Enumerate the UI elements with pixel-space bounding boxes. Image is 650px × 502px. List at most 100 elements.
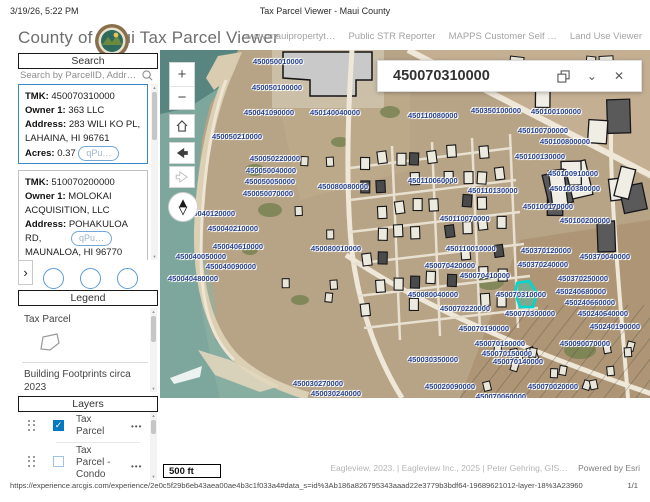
chevron-right-icon: › (23, 265, 27, 280)
drag-handle-icon[interactable] (28, 456, 36, 468)
parcel-label: 450100130000 (515, 152, 565, 161)
scale-bar: 500 ft (163, 464, 221, 478)
parcel-label: 450070020000 (528, 382, 578, 391)
layers-panel-header: Layers (18, 396, 158, 412)
owner-label: Owner 1: (25, 105, 66, 116)
print-url: https://experience.arcgis.com/experience… (10, 481, 570, 490)
parcel-label: 450100100000 (531, 107, 581, 116)
nav-link-land-use[interactable]: Land Use Viewer (570, 31, 642, 42)
parcel-label: 450240660000 (565, 298, 615, 307)
nav-link-mapps[interactable]: MAPPS Customer Self … (449, 31, 557, 42)
address-label: Address: (25, 219, 66, 230)
scroll-up-icon[interactable]: ▲ (150, 413, 157, 418)
result-card[interactable]: TMK: 510070200000 Owner 1: MOLOKAI ACQUI… (18, 170, 148, 260)
layer-options-button[interactable]: ••• (131, 462, 142, 471)
parcel-label: 450370040000 (580, 252, 630, 261)
parcel-polygon-icon (38, 332, 62, 352)
search-input[interactable]: Search by ParcelID, Addr… (18, 70, 158, 83)
layers-panel-title: Layers (72, 398, 104, 410)
nav-link-mauiproperty[interactable]: www.mauipropertyt… (245, 31, 335, 42)
tmk-value: 510070200000 (51, 177, 114, 188)
parcel-label: 450030270000 (293, 379, 343, 388)
parcel-label: 450050040000 (246, 166, 296, 175)
parcel-label: 450050070000 (243, 189, 293, 198)
parcel-label: 450070300000 (505, 309, 555, 318)
parcel-label: 450240190000 (590, 322, 640, 331)
pager-circle-1[interactable] (43, 268, 64, 289)
parcel-label: 450110070000 (440, 214, 490, 223)
pager-circle-2[interactable] (80, 268, 101, 289)
parcel-label: 450070310000 (496, 290, 546, 299)
legend-scrollbar[interactable]: ▲ ▼ (150, 308, 157, 392)
parcel-label: 450030240000 (311, 389, 361, 398)
pager-circle-3[interactable] (117, 268, 138, 289)
map-attribution: Eagleview, 2023. | Eagleview Inc., 2025 … (330, 463, 640, 473)
parcel-label: 450110060000 (408, 176, 458, 185)
attribution-text: Eagleview, 2023. | Eagleview Inc., 2025 … (330, 463, 567, 473)
parcel-label: 450041090000 (244, 108, 294, 117)
page-title: County of Maui Tax Parcel Viewer (18, 28, 279, 48)
nav-link-str-reporter[interactable]: Public STR Reporter (348, 31, 435, 42)
parcel-popup[interactable]: 450070310000 ⌄ ✕ (377, 60, 642, 92)
compass-button[interactable] (168, 192, 198, 222)
acres-value: 0.37 (57, 148, 76, 159)
check-icon: ✓ (55, 420, 63, 430)
parcel-label: 450070140000 (493, 357, 543, 366)
layer-checkbox-tax-parcel[interactable]: ✓ (53, 420, 64, 431)
minus-icon: − (178, 89, 187, 106)
map-canvas[interactable]: 4500500100004500501000004500410900004501… (160, 50, 650, 398)
print-page-number: 1/1 (627, 481, 638, 490)
parcel-label: 450050100000 (252, 83, 302, 92)
address-value: 283 WILI KO PL, (69, 119, 140, 130)
owner-value: 363 LLC (68, 105, 104, 116)
drag-handle-icon[interactable] (28, 420, 36, 432)
results-next-button[interactable]: › (18, 260, 33, 285)
chevron-down-icon: ⌄ (587, 69, 597, 83)
home-button[interactable] (169, 114, 195, 138)
legend-item-tax-parcel: Tax Parcel (24, 314, 71, 325)
plus-icon: + (178, 66, 187, 83)
scroll-up-icon[interactable]: ▲ (150, 309, 157, 314)
parcel-label: 450050220000 (250, 154, 300, 163)
parcel-label: 450040090000 (206, 262, 256, 271)
layer-checkbox-tax-parcel-condo[interactable] (53, 456, 64, 467)
scroll-down-icon[interactable]: ▼ (150, 386, 157, 391)
zoom-in-button[interactable]: + (170, 63, 194, 86)
zoom-control: + − (169, 62, 195, 110)
layer-options-button[interactable]: ••• (131, 422, 142, 431)
previous-extent-button[interactable] (169, 142, 195, 164)
scroll-down-icon[interactable]: ▼ (150, 474, 157, 479)
parcel-label: 450080040000 (408, 290, 458, 299)
parcel-label: 450080010000 (311, 244, 361, 253)
search-icon (142, 70, 153, 81)
tmk-value: 450070310000 (51, 91, 114, 102)
scroll-up-icon[interactable]: ▲ (151, 85, 158, 90)
address-value-2: MAUNALOA, HI 96770 (25, 247, 122, 258)
results-scrollbar[interactable]: ▲ ▼ (151, 84, 158, 260)
next-extent-button[interactable] (169, 166, 195, 188)
dock-button[interactable] (557, 70, 570, 83)
dock-icon (557, 70, 570, 83)
parcel-label: 450370250000 (558, 274, 608, 283)
scroll-down-icon[interactable]: ▼ (151, 254, 158, 259)
qpublic-link-button[interactable]: qPu… (78, 146, 119, 161)
parcel-label: 450100200000 (560, 216, 610, 225)
layers-scrollbar[interactable]: ▲ ▼ (150, 412, 157, 480)
tmk-label: TMK: (25, 177, 49, 188)
close-popup-button[interactable]: ✕ (614, 69, 624, 83)
qpublic-link-button[interactable]: qPu… (71, 231, 112, 246)
parcel-label: 450050050000 (245, 177, 295, 186)
parcel-label: 450110130000 (468, 186, 518, 195)
layer-row-divider (56, 442, 140, 443)
legend-panel: Tax Parcel Building Footprints circa 202… (18, 306, 158, 394)
result-card-selected[interactable]: TMK: 450070310000 Owner 1: 363 LLC Addre… (18, 84, 148, 164)
parcel-label: 450370240000 (518, 260, 568, 269)
legend-item-building-footprints: Building Footprints circa 2023 (24, 368, 131, 394)
legend-panel-title: Legend (70, 292, 105, 304)
owner-value-2: ACQUISITION, LLC (25, 205, 109, 216)
parcel-label: 450050210000 (212, 132, 262, 141)
parcel-label: 450040610000 (213, 242, 263, 251)
zoom-out-button[interactable]: − (170, 86, 194, 110)
collapse-button[interactable]: ⌄ (587, 69, 597, 83)
owner-value: MOLOKAI (68, 191, 111, 202)
